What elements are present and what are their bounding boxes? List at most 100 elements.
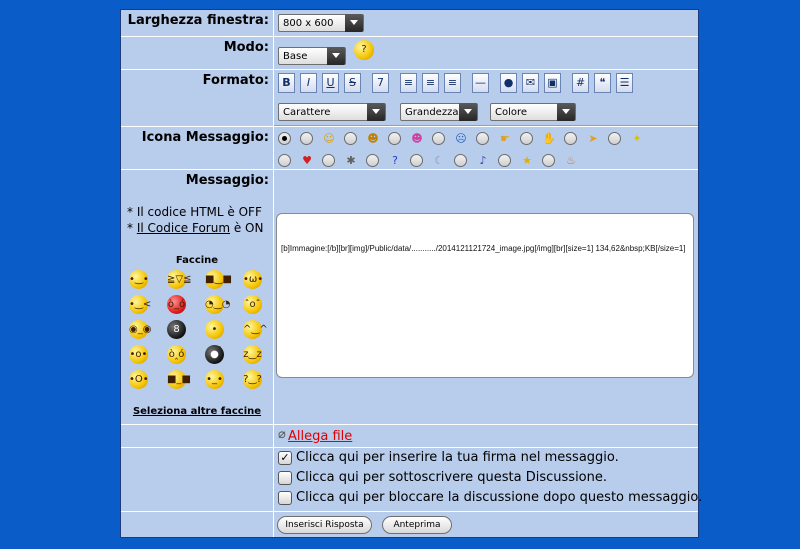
message-label: Messaggio:: [185, 173, 269, 188]
icon-radio-arrow[interactable]: [564, 132, 577, 145]
option-checkbox-2[interactable]: [278, 491, 292, 505]
window-width-select[interactable]: 800 x 600: [278, 14, 364, 32]
row-message-icon: Icona Messaggio: ☺ ☻ ☻ ☹ ☛ ✋ ➤ ✦ ♥ ✱? ☾ ♪ ★ ♨: [121, 127, 698, 169]
more-emoticons-link[interactable]: Seleziona altre faccine: [121, 406, 273, 417]
format-label: Formato:: [202, 73, 269, 88]
row-format: Formato: B I U S 7 ≡ ≡ ≡ — ● ✉ ▣ # ❝ ☰ Carattere Grand…: [121, 70, 698, 126]
strikethrough-button[interactable]: S: [344, 73, 361, 93]
color-select[interactable]: Colore: [490, 103, 576, 121]
option-label-2[interactable]: Clicca qui per bloccare la discussione d…: [296, 490, 702, 505]
code-button[interactable]: #: [572, 73, 589, 93]
chevron-down-icon: [459, 103, 477, 121]
emoticon-18-icon[interactable]: •_•: [205, 370, 224, 389]
icon-radio-sad[interactable]: [432, 132, 445, 145]
option-checkbox-1[interactable]: [278, 471, 292, 485]
hyperlink-button[interactable]: ●: [500, 73, 517, 93]
chevron-down-icon: [557, 103, 575, 121]
icon-radio-grin[interactable]: [344, 132, 357, 145]
emoticon-9-icon[interactable]: 8: [167, 320, 186, 339]
emoticon-2-icon[interactable]: ■‿■: [205, 270, 232, 289]
list-button[interactable]: ☰: [616, 73, 633, 93]
icon-radio-surprised[interactable]: [388, 132, 401, 145]
font-select[interactable]: Carattere: [278, 103, 386, 121]
row-attach: ⌀ Allega file: [121, 425, 698, 447]
emoticon-17-icon[interactable]: ■_■: [167, 370, 191, 389]
row-mode: Modo: Base ?: [121, 37, 698, 69]
quote-button[interactable]: ❝: [594, 73, 611, 93]
row-options: ✓ Clicca qui per inserire la tua firma ne…: [121, 448, 702, 511]
forum-code-link[interactable]: Il Codice Forum: [137, 221, 230, 235]
emoticon-0-icon[interactable]: •‿•: [129, 270, 149, 289]
emoticon-12-icon[interactable]: •o•: [129, 345, 148, 364]
icon-radio-moon[interactable]: [410, 154, 423, 167]
help-smiley-icon[interactable]: ?: [354, 40, 374, 60]
chevron-down-icon: [367, 103, 385, 121]
sad-icon: ☹: [455, 132, 467, 145]
emoticon-4-icon[interactable]: •‿<: [129, 295, 151, 314]
emoticon-8-icon[interactable]: ◉_◉: [129, 320, 151, 339]
question-icon: ?: [392, 154, 398, 167]
row-message: Messaggio: * Il codice HTML è OFF * Il C…: [121, 170, 698, 424]
option-label-1[interactable]: Clicca qui per sottoscrivere questa Disc…: [296, 470, 607, 485]
icon-radio-none[interactable]: [278, 132, 291, 145]
attach-file-link[interactable]: Allega file: [288, 429, 352, 444]
align-left-button[interactable]: ≡: [400, 73, 417, 93]
icon-radio-question[interactable]: [366, 154, 379, 167]
icon-radio-lightbulb[interactable]: [608, 132, 621, 145]
message-icon-label: Icona Messaggio:: [141, 130, 269, 145]
emoticon-16-icon[interactable]: •O•: [129, 370, 149, 389]
icon-radio-thumb[interactable]: [520, 132, 533, 145]
emoticon-5-icon[interactable]: ò_ó: [167, 295, 186, 314]
icon-radio-music[interactable]: [454, 154, 467, 167]
emoticon-15-icon[interactable]: z‿z: [243, 345, 262, 364]
grin-icon: ☻: [367, 132, 379, 145]
icon-radio-smile[interactable]: [300, 132, 313, 145]
icon-radio-cake[interactable]: [542, 154, 555, 167]
align-right-button[interactable]: ≡: [444, 73, 461, 93]
paperclip-icon: ⌀: [278, 427, 286, 442]
lightbulb-icon: ✦: [632, 132, 642, 145]
email-button[interactable]: ✉: [522, 73, 539, 93]
horizontal-rule-button[interactable]: —: [472, 73, 489, 93]
star-icon: ★: [522, 154, 532, 167]
emoticons-title: Faccine: [175, 255, 219, 266]
option-label-0[interactable]: Clicca qui per inserire la tua firma nel…: [296, 450, 619, 465]
underline-button[interactable]: U: [322, 73, 339, 93]
music-icon: ♪: [479, 154, 487, 167]
row-window-width: Larghezza finestra: 800 x 600: [121, 10, 698, 36]
icon-radio-bug[interactable]: [322, 154, 335, 167]
emoticon-19-icon[interactable]: ?‿?: [243, 370, 262, 389]
heart-icon: ♥: [302, 154, 312, 167]
italic-button[interactable]: I: [300, 73, 317, 93]
window-width-label: Larghezza finestra:: [127, 13, 269, 28]
emoticon-10-icon[interactable]: •︵•: [205, 320, 224, 354]
emoticon-11-icon[interactable]: ^‿^: [243, 320, 268, 339]
thumb-icon: ✋: [542, 132, 556, 145]
arrow-icon: ➤: [588, 132, 598, 145]
icon-radio-heart[interactable]: [278, 154, 291, 167]
forum-code-status: * Il Codice Forum è ON: [127, 221, 264, 235]
mode-select[interactable]: Base: [278, 47, 346, 65]
icon-radio-star[interactable]: [498, 154, 511, 167]
emoticon-3-icon[interactable]: •ω•: [243, 270, 263, 289]
option-checkbox-0[interactable]: ✓: [278, 451, 292, 465]
icon-radio-hand-point[interactable]: [476, 132, 489, 145]
smile-icon: ☺: [323, 132, 335, 145]
emoticon-6-icon[interactable]: ◔‿◔: [205, 295, 231, 314]
emoticon-1-icon[interactable]: ≧▽≦: [167, 270, 191, 289]
row-buttons: Inserisci Risposta Anteprima: [121, 512, 698, 537]
surprised-icon: ☻: [411, 132, 423, 145]
hand-point-icon: ☛: [500, 132, 510, 145]
align-center-button[interactable]: ≡: [422, 73, 439, 93]
emoticon-13-icon[interactable]: ò‸ó: [167, 345, 186, 364]
message-textarea[interactable]: [b]Immagine:[/b][br][img]/Public/data/..…: [276, 213, 694, 378]
emoticon-7-icon[interactable]: ˆoˆ: [243, 295, 262, 314]
page-button[interactable]: 7: [372, 73, 389, 93]
size-select[interactable]: Grandezza: [400, 103, 478, 121]
submit-reply-button[interactable]: Inserisci Risposta: [277, 516, 372, 534]
emoticon-14-icon[interactable]: ●: [205, 345, 224, 364]
chevron-down-icon: [327, 47, 345, 65]
image-button[interactable]: ▣: [544, 73, 561, 93]
preview-button[interactable]: Anteprima: [382, 516, 452, 534]
bold-button[interactable]: B: [278, 73, 295, 93]
